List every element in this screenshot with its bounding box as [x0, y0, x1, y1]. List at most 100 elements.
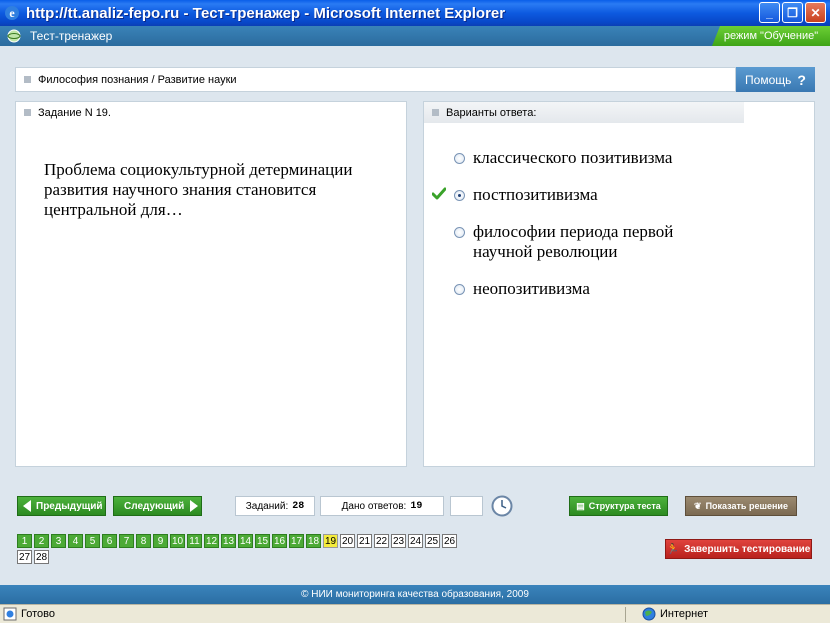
structure-icon: ▤	[576, 500, 585, 511]
question-mark-icon: ?	[797, 71, 806, 88]
previous-label: Предыдущий	[36, 500, 103, 512]
task-number: Задание N 19.	[38, 106, 111, 119]
internet-explorer-icon: e	[5, 6, 19, 20]
app-header: Тест-тренажер режим "Обучение"	[0, 26, 830, 46]
task-number-9[interactable]: 9	[153, 534, 168, 548]
answers-panel-header: Варианты ответа:	[424, 102, 744, 123]
square-bullet-icon	[24, 109, 31, 116]
answer-text: философии периода первой научной революц…	[473, 222, 674, 261]
previous-button[interactable]: Предыдущий	[17, 496, 106, 516]
checkmark-icon	[432, 187, 446, 200]
mode-badge: режим "Обучение"	[712, 26, 830, 46]
breadcrumb-text: Философия познания / Развитие науки	[38, 73, 237, 86]
arrow-left-icon	[23, 500, 31, 512]
next-label: Следующий	[124, 500, 185, 512]
task-number-7[interactable]: 7	[119, 534, 134, 548]
task-number-5[interactable]: 5	[85, 534, 100, 548]
task-number-24[interactable]: 24	[408, 534, 423, 548]
task-number-21[interactable]: 21	[357, 534, 372, 548]
maximize-button[interactable]: ❐	[782, 2, 803, 23]
zone-text: Интернет	[660, 608, 708, 620]
browser-status-bar: Готово Интернет	[0, 604, 830, 623]
task-number-19[interactable]: 19	[323, 534, 338, 548]
task-number-12[interactable]: 12	[204, 534, 219, 548]
answer-option[interactable]: неопозитивизма	[424, 279, 814, 299]
answers-given-count: Дано ответов: 19	[320, 496, 444, 516]
answer-text: неопозитивизма	[473, 279, 590, 298]
radio-button-selected[interactable]	[454, 190, 465, 201]
square-bullet-icon	[24, 76, 31, 83]
help-label: Помощь	[745, 72, 792, 87]
finish-test-button[interactable]: 🏃 Завершить тестирование	[665, 539, 812, 559]
app-logo-icon	[7, 29, 21, 43]
task-number-13[interactable]: 13	[221, 534, 236, 548]
radio-button[interactable]	[454, 227, 465, 238]
task-number-11[interactable]: 11	[187, 534, 202, 548]
show-solution-label: Показать решение	[705, 501, 788, 511]
task-number-23[interactable]: 23	[391, 534, 406, 548]
answers-given-label: Дано ответов:	[341, 500, 407, 512]
task-number-10[interactable]: 10	[170, 534, 185, 548]
tasks-count-value: 28	[292, 500, 305, 512]
answer-option[interactable]: классического позитивизма	[424, 148, 814, 168]
answer-text: постпозитивизма	[473, 185, 598, 204]
task-number-28[interactable]: 28	[34, 550, 49, 564]
status-text: Готово	[21, 608, 55, 620]
task-panel-header: Задание N 19.	[16, 102, 406, 123]
svg-text:e: e	[9, 6, 15, 20]
task-number-15[interactable]: 15	[255, 534, 270, 548]
task-number-18[interactable]: 18	[306, 534, 321, 548]
book-icon: ❦	[694, 500, 702, 511]
running-man-icon: 🏃	[666, 543, 680, 555]
task-number-16[interactable]: 16	[272, 534, 287, 548]
window-controls: _ ❐ ✕	[759, 2, 826, 23]
task-panel: Задание N 19. Проблема социокультурной д…	[15, 101, 407, 467]
page-done-icon	[3, 607, 17, 621]
close-button[interactable]: ✕	[805, 2, 826, 23]
test-structure-label: Структура теста	[588, 501, 661, 511]
arrow-right-icon	[190, 500, 199, 512]
breadcrumb: Философия познания / Развитие науки	[15, 67, 736, 92]
task-number-22[interactable]: 22	[374, 534, 389, 548]
task-number-3[interactable]: 3	[51, 534, 66, 548]
copyright-footer: © НИИ мониторинга качества образования, …	[0, 585, 830, 604]
minimize-button[interactable]: _	[759, 2, 780, 23]
task-number-8[interactable]: 8	[136, 534, 151, 548]
question-text: Проблема социокультурной детерминации ра…	[44, 160, 353, 219]
radio-button[interactable]	[454, 284, 465, 295]
task-number-4[interactable]: 4	[68, 534, 83, 548]
finish-test-label: Завершить тестирование	[684, 543, 811, 555]
task-number-1[interactable]: 1	[17, 534, 32, 548]
answers-header: Варианты ответа:	[446, 106, 537, 119]
answers-panel: Варианты ответа: классического позитивиз…	[423, 101, 815, 467]
answer-option[interactable]: постпозитивизма	[424, 185, 814, 205]
timer-display	[450, 496, 483, 516]
app-title: Тест-тренажер	[30, 29, 113, 43]
answers-given-value: 19	[410, 500, 423, 512]
test-structure-button[interactable]: ▤ Структура теста	[569, 496, 668, 516]
task-number-25[interactable]: 25	[425, 534, 440, 548]
globe-icon	[642, 607, 656, 621]
show-solution-button[interactable]: ❦ Показать решение	[685, 496, 797, 516]
task-number-27[interactable]: 27	[17, 550, 32, 564]
status-separator	[625, 606, 626, 622]
tasks-count: Заданий: 28	[235, 496, 315, 516]
next-button[interactable]: Следующий	[113, 496, 202, 516]
window-titlebar: e http://tt.analiz-fepo.ru - Тест-тренаж…	[0, 0, 830, 26]
tasks-count-label: Заданий:	[245, 500, 289, 512]
radio-button[interactable]	[454, 153, 465, 164]
square-bullet-icon	[432, 109, 439, 116]
task-number-2[interactable]: 2	[34, 534, 49, 548]
task-number-17[interactable]: 17	[289, 534, 304, 548]
clock-icon	[491, 495, 513, 517]
answer-option[interactable]: философии периода первой научной революц…	[424, 222, 814, 262]
task-number-6[interactable]: 6	[102, 534, 117, 548]
help-button[interactable]: Помощь ?	[736, 67, 815, 92]
task-number-14[interactable]: 14	[238, 534, 253, 548]
window-title: http://tt.analiz-fepo.ru - Тест-тренажер…	[26, 4, 506, 22]
task-number-26[interactable]: 26	[442, 534, 457, 548]
answer-list: классического позитивизма постпозитивизм…	[424, 148, 814, 316]
answer-text: классического позитивизма	[473, 148, 673, 167]
task-number-20[interactable]: 20	[340, 534, 355, 548]
task-number-grid: 1 2 3 4 5 6 7 8 9 10 11 12 13 14 15 16 17 18 19 20 21 22 23 24 2…	[17, 534, 467, 564]
